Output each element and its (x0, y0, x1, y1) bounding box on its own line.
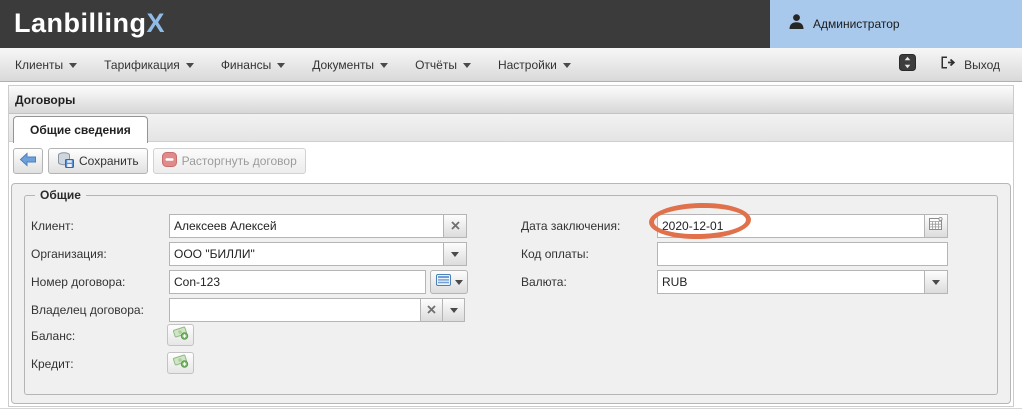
currency-combo-input[interactable] (657, 270, 925, 294)
chevron-down-icon (449, 308, 458, 313)
save-button[interactable]: Сохранить (48, 148, 148, 174)
client-clear-button[interactable] (443, 214, 467, 238)
menu-item-settings[interactable]: Настройки (498, 58, 571, 72)
contract-number-label: Номер договора: (31, 275, 126, 289)
main-menubar: Клиенты Тарификация Финансы Документы От… (0, 48, 1022, 82)
chevron-down-icon (69, 62, 78, 68)
list-icon (435, 273, 451, 291)
back-button[interactable] (13, 148, 43, 174)
x-icon (427, 301, 436, 319)
contract-owner-dropdown-trigger[interactable] (442, 298, 465, 322)
menu-item-tariffication[interactable]: Тарификация (104, 58, 194, 72)
balance-label: Баланс: (31, 329, 76, 343)
menu-item-reports[interactable]: Отчёты (415, 58, 471, 72)
menu-item-clients[interactable]: Клиенты (15, 57, 78, 72)
logout-label: Выход (964, 58, 1000, 72)
content-frame: Договоры Общие сведения Сохранить Растор… (8, 85, 1014, 407)
money-add-icon (172, 325, 189, 345)
back-arrow-icon (19, 152, 37, 170)
bottom-divider (0, 408, 1022, 409)
save-button-label: Сохранить (79, 154, 139, 168)
chevron-down-icon (562, 62, 571, 68)
terminate-button-label: Расторгнуть договор (181, 154, 297, 168)
logo-text: Lanbilling (14, 8, 147, 38)
tabstrip: Общие сведения (9, 114, 1013, 143)
tab-general-info[interactable]: Общие сведения (13, 116, 148, 143)
credit-label: Кредит: (31, 357, 74, 371)
chevron-down-icon (454, 280, 463, 285)
chevron-down-icon (932, 280, 940, 285)
conclusion-date-label: Дата заключения: (521, 219, 621, 233)
contract-owner-clear-button[interactable] (420, 298, 443, 322)
menu-item-label: Клиенты (15, 57, 64, 72)
organization-label: Организация: (31, 247, 107, 261)
save-database-icon (57, 151, 74, 171)
payment-code-label: Код оплаты: (521, 247, 589, 261)
currency-label: Валюта: (521, 275, 567, 289)
money-add-icon (172, 353, 189, 373)
page-title: Договоры (15, 92, 76, 107)
logout-icon (940, 55, 956, 75)
collapse-icon[interactable] (899, 54, 917, 76)
contract-owner-label: Владелец договора: (31, 303, 144, 317)
client-input[interactable] (169, 214, 444, 238)
menu-item-label: Отчёты (415, 57, 457, 72)
person-icon (788, 13, 805, 35)
menu-item-label: Документы (312, 57, 375, 72)
menu-item-documents[interactable]: Документы (312, 57, 389, 72)
chevron-down-icon (380, 62, 389, 68)
toolbar: Сохранить Расторгнуть договор (9, 142, 1013, 180)
page-header-bar: Договоры (9, 86, 1013, 114)
menu-item-label: Финансы (220, 57, 272, 72)
payment-code-input[interactable] (657, 242, 948, 266)
chevron-down-icon (185, 62, 194, 68)
terminate-contract-button[interactable]: Расторгнуть договор (152, 148, 306, 174)
chevron-down-icon (277, 62, 286, 68)
app-logo: LanbillingX (14, 8, 165, 39)
organization-combo-input[interactable] (169, 242, 444, 266)
conclusion-date-input[interactable] (657, 214, 925, 238)
user-panel[interactable]: Администратор (770, 0, 1022, 48)
organization-dropdown-trigger[interactable] (443, 242, 467, 266)
minus-circle-icon (161, 152, 177, 170)
user-name: Администратор (813, 17, 900, 31)
menu-item-label: Настройки (497, 57, 557, 72)
app-window: LanbillingX Администратор Клиенты Тарифи… (0, 0, 1022, 412)
contract-owner-input[interactable] (169, 298, 421, 322)
calendar-icon (929, 216, 943, 235)
logout-button[interactable]: Выход (940, 55, 1000, 75)
menu-item-finances[interactable]: Финансы (220, 57, 286, 72)
contract-number-split-button[interactable] (430, 270, 468, 294)
fieldset-legend: Общие (35, 188, 86, 202)
conclusion-date-calendar-trigger[interactable] (924, 214, 948, 238)
menu-items: Клиенты Тарификация Финансы Документы От… (0, 58, 571, 72)
logo-suffix: X (146, 8, 166, 38)
app-header: LanbillingX Администратор (0, 0, 1022, 48)
currency-dropdown-trigger[interactable] (924, 270, 948, 294)
credit-money-add-button[interactable] (167, 352, 194, 374)
balance-money-add-button[interactable] (167, 324, 194, 346)
menu-item-label: Тарификация (104, 57, 180, 72)
chevron-down-icon (451, 252, 459, 257)
menubar-right: Выход (899, 48, 1000, 82)
x-icon (450, 217, 460, 235)
contract-number-input[interactable] (169, 270, 426, 294)
client-label: Клиент: (31, 219, 74, 233)
tab-label: Общие сведения (30, 123, 131, 137)
chevron-down-icon (462, 62, 471, 68)
